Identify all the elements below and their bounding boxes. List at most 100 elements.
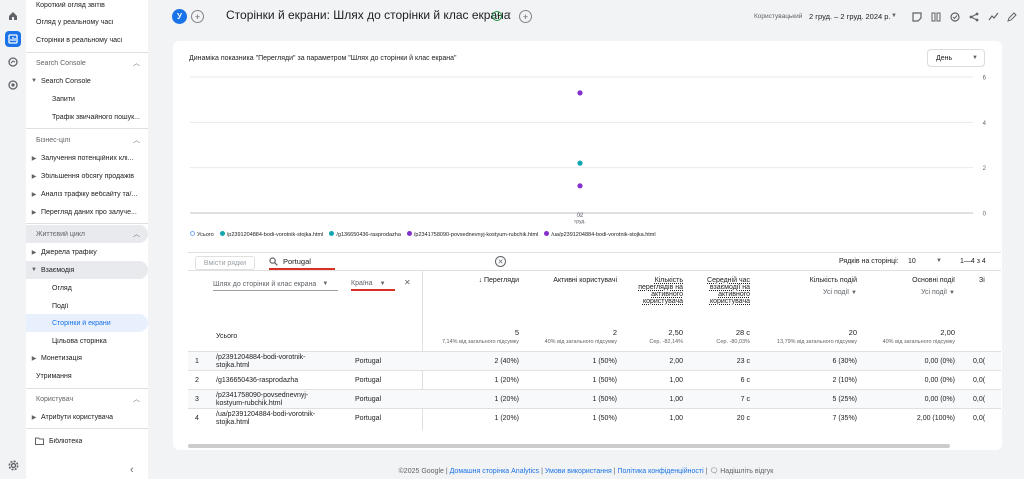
settings-icon[interactable] <box>5 457 21 473</box>
avatar[interactable]: У <box>172 9 187 24</box>
caret-right-icon: ▶ <box>31 249 37 256</box>
footer-link-analytics-home[interactable]: Домашня сторінка Analytics <box>450 468 540 475</box>
reports-icon[interactable] <box>5 31 21 47</box>
nav-group-leads[interactable]: ▶ Залучення потенційних клі... <box>26 149 148 167</box>
legend-item[interactable]: Усього <box>190 231 214 238</box>
caret-right-icon: ▶ <box>31 191 37 198</box>
title-dropdown-icon[interactable]: ▼ <box>506 12 512 18</box>
clear-search-icon[interactable]: ✕ <box>495 256 506 267</box>
date-range[interactable]: 2 груд. – 2 груд. 2024 р. <box>809 12 891 21</box>
remove-dimension-icon[interactable]: ✕ <box>404 278 411 287</box>
footer-link-privacy[interactable]: Політика конфіденційності <box>618 468 704 475</box>
advertising-icon[interactable] <box>5 77 21 93</box>
nav-item-queries[interactable]: Запити <box>26 90 148 108</box>
nav-group-acquisition[interactable]: ▶ Джерела трафіку <box>26 243 148 261</box>
col-header-views[interactable]: ↓ Перегляди <box>429 277 519 284</box>
col-header-views-per-user[interactable]: Кількість переглядів на активного корист… <box>635 277 683 305</box>
customize-report-icon[interactable] <box>929 10 943 24</box>
row-metric: 7 (35%) <box>832 415 857 422</box>
dimension-1-select[interactable]: Шлях до сторінки й клас екрана ▼ <box>213 278 338 291</box>
row-metric: 23 с <box>736 358 750 365</box>
total-views-per-user: 2,50 <box>668 328 683 337</box>
chevron-up-icon: ︿ <box>133 396 140 403</box>
home-icon[interactable] <box>5 8 21 24</box>
table-row[interactable]: 2/g136650436-rasprodazha Portugal 1 (20%) 1… <box>188 370 1001 389</box>
nav-group-traffic[interactable]: ▶ Аналіз трафіку вебсайту та/... <box>26 185 148 203</box>
total-key-events: 2,00 <box>940 328 955 337</box>
edit-icon[interactable] <box>1005 10 1019 24</box>
row-metric: 1 (20%) <box>494 415 519 422</box>
row-filter-input[interactable]: Вмісти рядки <box>195 256 255 270</box>
insights-icon[interactable] <box>986 10 1000 24</box>
nav-group-search-console[interactable]: ▼ Search Console <box>26 72 148 90</box>
nav-group-engagement[interactable]: ▼ Взаємодія <box>26 261 148 279</box>
nav-item-pages-screens[interactable]: Сторінки й екрани <box>26 314 148 332</box>
total-key-events-sub: 40% від загального підсумку <box>882 339 955 345</box>
col-header-key-events[interactable]: Основні події <box>873 277 955 284</box>
divider <box>188 252 1001 253</box>
search-field[interactable]: Portugal <box>269 254 335 270</box>
page-title: Сторінки й екрани: Шлях до сторінки й кл… <box>226 8 511 22</box>
share-icon[interactable] <box>967 10 981 24</box>
row-overflow-cell: 0,0( <box>973 396 986 403</box>
table-row[interactable]: 3/p2341758090-povsednevnyj-kostyum-rubch… <box>188 389 1001 408</box>
dropdown-arrow-icon: ▼ <box>851 290 857 296</box>
feedback-icon: 🗨 <box>709 468 719 475</box>
chevron-up-icon: ︿ <box>133 231 140 238</box>
search-icon <box>269 256 278 266</box>
col-header-engagement-time[interactable]: Середній час взаємодії на активного кори… <box>705 277 750 305</box>
dropdown-arrow-icon: ▼ <box>322 281 329 287</box>
dimension-2-select[interactable]: Країна ▼ <box>351 278 395 291</box>
horizontal-scrollbar[interactable] <box>188 444 950 448</box>
caret-right-icon: ▶ <box>31 155 37 162</box>
add-report-button[interactable]: + <box>519 10 532 23</box>
compare-icon[interactable] <box>948 10 962 24</box>
share-notes-icon[interactable] <box>910 10 924 24</box>
footer-link-terms[interactable]: Умови використання <box>545 468 612 475</box>
nav-library[interactable]: Бібліотека <box>26 432 148 450</box>
nav-section-business-goals[interactable]: Бізнес-цілі ︿ <box>26 131 148 149</box>
row-metric: 2,00 (100%) <box>916 415 955 422</box>
collapse-nav-icon[interactable]: ‹ <box>130 464 134 476</box>
legend-item[interactable]: /g136650436-rasprodazha <box>329 231 401 238</box>
col-header-event-count[interactable]: Кількість подій <box>773 277 857 284</box>
table-row[interactable]: 4/ua/p2391204884-bodi-vorotnik-stojka.ht… <box>188 408 1001 427</box>
y-tick-label: 6 <box>983 76 987 82</box>
caret-down-icon: ▼ <box>31 78 37 84</box>
nav-item-events[interactable]: Події <box>26 297 148 315</box>
nav-group-user-attributes[interactable]: ▶ Атрибути користувача <box>26 408 148 426</box>
verified-check-icon[interactable]: ✓ <box>492 11 502 21</box>
nav-group-monetization[interactable]: ▶ Монетизація <box>26 349 148 367</box>
row-metric: 0,00 (0%) <box>924 377 955 384</box>
legend-item[interactable]: /p2391204884-bodi-vorotnik-stojka.html <box>219 231 323 238</box>
chevron-up-icon: ︿ <box>133 137 140 144</box>
add-comparison-button[interactable]: + <box>191 10 204 23</box>
row-overflow-cell: 0,0( <box>973 415 986 422</box>
nav-section-user[interactable]: Користувач ︿ <box>26 390 148 408</box>
col-header-event-filter[interactable]: Усі події ▼ <box>773 289 857 296</box>
table-row[interactable]: 1/p2391204884-bodi-vorotnik-stojka.html P… <box>188 351 1001 370</box>
nav-item-retention[interactable]: Утримання <box>26 367 148 385</box>
col-header-key-events-filter[interactable]: Усі події ▼ <box>873 289 955 296</box>
rows-per-page-select[interactable]: 10 ▼ <box>908 258 942 265</box>
legend-item[interactable]: /ua/p2391204884-bodi-vorotnik-stojka.htm… <box>544 231 656 238</box>
nav-group-sales[interactable]: ▶ Збільшення обсягу продажів <box>26 167 148 185</box>
explore-icon[interactable] <box>5 54 21 70</box>
nav-item-organic-traffic[interactable]: Трафік звичайного пошук... <box>26 108 148 126</box>
col-header-active-users[interactable]: Активні користувачі <box>529 277 617 284</box>
nav-section-search-console[interactable]: Search Console ︿ <box>26 54 148 72</box>
legend-dot-icon <box>219 231 225 236</box>
nav-group-engagement-data[interactable]: ▶ Перегляд даних про залуче... <box>26 203 148 221</box>
footer-feedback-link[interactable]: Надішліть відгук <box>720 468 773 475</box>
row-metric: 1 (50%) <box>592 377 617 384</box>
nav-section-lifecycle[interactable]: Життєвий цикл ︿ <box>26 225 148 243</box>
nav-reports-snapshot[interactable]: Короткий огляд звітів <box>26 0 148 14</box>
date-dropdown-icon[interactable]: ▼ <box>891 13 897 19</box>
date-preset-label[interactable]: Користувацький <box>754 13 802 20</box>
nav-realtime-overview[interactable]: Огляд у реальному часі <box>26 13 148 31</box>
nav-item-overview[interactable]: Огляд <box>26 279 148 297</box>
nav-realtime-pages[interactable]: Сторінки в реальному часі <box>26 31 148 49</box>
legend-item[interactable]: /p2341758090-povsednevnyj-kostyum-rubchi… <box>406 231 538 238</box>
row-page-path: /p2341758090-povsednevnyj-kostyum-rubchi… <box>216 391 309 407</box>
nav-item-landing-page[interactable]: Цільова сторінка <box>26 332 148 350</box>
